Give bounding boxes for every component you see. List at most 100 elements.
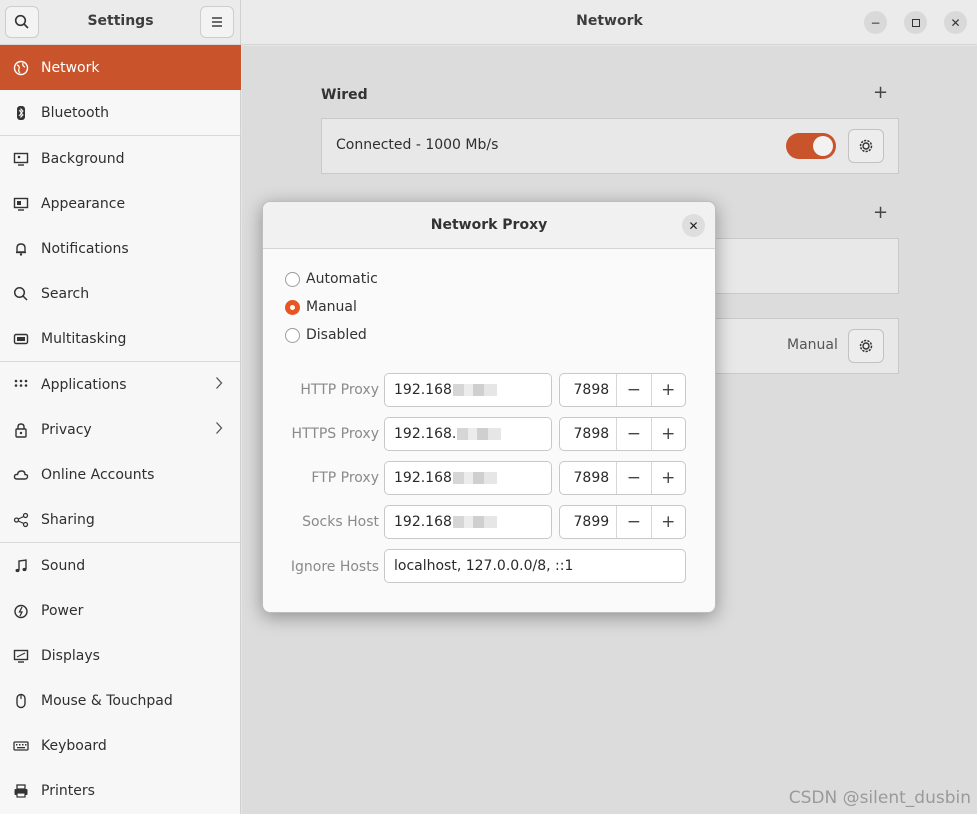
keyboard-icon — [12, 737, 30, 755]
http-proxy-port-spinner[interactable]: 7898− + — [559, 373, 686, 407]
port-value[interactable]: 7898 — [560, 374, 616, 406]
dialog-title: Network Proxy — [430, 217, 548, 233]
decrement-button[interactable]: − — [616, 418, 650, 450]
hamburger-menu-icon — [212, 17, 222, 27]
sidebar-item-label: Sound — [41, 557, 86, 574]
sidebar-separator — [0, 135, 241, 136]
minimize-icon: − — [870, 15, 881, 30]
radio-button[interactable] — [285, 327, 300, 343]
wired-toggle[interactable] — [786, 133, 836, 159]
https-proxy-host-input[interactable]: 192.168. — [384, 417, 552, 451]
sidebar-item-applications[interactable]: Applications — [0, 362, 241, 407]
decrement-button[interactable]: − — [616, 462, 650, 494]
sidebar-item-label: Network — [41, 59, 100, 76]
ignore-hosts-input[interactable]: localhost, 127.0.0.0/8, ::1 — [384, 549, 686, 583]
radio-automatic[interactable]: Automatic — [285, 269, 378, 289]
multitasking-icon — [12, 330, 30, 348]
sidebar-item-keyboard[interactable]: Keyboard — [0, 723, 241, 768]
sidebar-item-appearance[interactable]: Appearance — [0, 181, 241, 226]
add-wired-button[interactable]: + — [873, 82, 888, 103]
display-icon — [12, 647, 30, 665]
https-proxy-label: HTTPS Proxy — [291, 426, 379, 442]
sidebar-item-bluetooth[interactable]: Bluetooth — [0, 90, 241, 135]
search-icon — [12, 285, 30, 303]
port-value[interactable]: 7898 — [560, 418, 616, 450]
socks-host-port-spinner[interactable]: 7899− + — [559, 505, 686, 539]
chevron-right-icon — [215, 421, 223, 439]
http-proxy-host-input[interactable]: 192.168 — [384, 373, 552, 407]
radio-manual[interactable]: Manual — [285, 297, 357, 317]
redacted-text — [457, 428, 502, 440]
host-value: 192.168 — [394, 382, 452, 398]
decrement-button[interactable]: − — [616, 374, 650, 406]
monitor-icon — [12, 150, 30, 168]
redacted-text — [452, 472, 497, 484]
sidebar-item-multitasking[interactable]: Multitasking — [0, 316, 241, 361]
sidebar-item-power[interactable]: Power — [0, 588, 241, 633]
radio-button[interactable] — [285, 299, 300, 315]
sidebar-item-background[interactable]: Background — [0, 136, 241, 181]
sidebar-item-notifications[interactable]: Notifications — [0, 226, 241, 271]
mouse-icon — [12, 692, 30, 710]
host-value: 192.168 — [394, 470, 452, 486]
sidebar-item-search[interactable]: Search — [0, 271, 241, 316]
port-value[interactable]: 7899 — [560, 506, 616, 538]
ftp-proxy-port-spinner[interactable]: 7898− + — [559, 461, 686, 495]
sidebar-item-label: Printers — [41, 782, 95, 799]
sidebar-item-label: Appearance — [41, 195, 126, 212]
close-window-button[interactable]: ✕ — [944, 11, 967, 34]
sidebar-item-label: Search — [41, 285, 90, 302]
wired-settings-button[interactable] — [848, 129, 884, 163]
sidebar-item-label: Displays — [41, 647, 100, 664]
cloud-icon — [12, 466, 30, 484]
ftp-proxy-label: FTP Proxy — [311, 470, 379, 486]
network-proxy-dialog: Network Proxy ✕ Automatic Manual Disabled … — [262, 201, 716, 613]
sidebar-item-label: Applications — [41, 376, 127, 393]
sidebar-item-mouse-touchpad[interactable]: Mouse & Touchpad — [0, 678, 241, 723]
sidebar-item-printers[interactable]: Printers — [0, 768, 241, 813]
plus-icon: + — [873, 82, 889, 103]
increment-button[interactable]: + — [650, 462, 685, 494]
sidebar-item-displays[interactable]: Displays — [0, 633, 241, 678]
sidebar: Network Bluetooth Background Appearance Noti… — [0, 45, 241, 814]
increment-button[interactable]: + — [650, 506, 685, 538]
socks-host-label: Socks Host — [302, 514, 379, 530]
socks-host-host-input[interactable]: 192.168 — [384, 505, 552, 539]
redacted-text — [452, 384, 497, 396]
sidebar-item-label: Mouse & Touchpad — [41, 692, 173, 709]
proxy-settings-button[interactable] — [848, 329, 884, 363]
lock-icon — [12, 421, 30, 439]
increment-button[interactable]: + — [650, 374, 685, 406]
proxy-mode-value: Manual — [787, 337, 838, 353]
maximize-button[interactable] — [904, 11, 927, 34]
sidebar-item-network[interactable]: Network — [0, 45, 241, 90]
redacted-text — [452, 516, 497, 528]
sidebar-item-label: Notifications — [41, 240, 129, 257]
sidebar-item-sharing[interactable]: Sharing — [0, 497, 241, 542]
sidebar-item-label: Multitasking — [41, 330, 127, 347]
menu-button[interactable] — [200, 6, 234, 38]
radio-disabled[interactable]: Disabled — [285, 325, 367, 345]
sidebar-item-sound[interactable]: Sound — [0, 543, 241, 588]
ignore-hosts-label: Ignore Hosts — [290, 559, 379, 575]
radio-label: Manual — [306, 299, 357, 315]
radio-button[interactable] — [285, 271, 300, 287]
dialog-close-button[interactable]: ✕ — [682, 214, 705, 237]
host-value: 192.168 — [394, 514, 452, 530]
sidebar-item-privacy[interactable]: Privacy — [0, 407, 241, 452]
https-proxy-port-spinner[interactable]: 7898− + — [559, 417, 686, 451]
ftp-proxy-host-input[interactable]: 192.168 — [384, 461, 552, 495]
http-proxy-label: HTTP Proxy — [300, 382, 379, 398]
decrement-button[interactable]: − — [616, 506, 650, 538]
gear-icon — [859, 139, 873, 153]
port-value[interactable]: 7898 — [560, 462, 616, 494]
sidebar-item-label: Privacy — [41, 421, 92, 438]
add-vpn-button[interactable]: + — [873, 202, 888, 223]
sidebar-item-online-accounts[interactable]: Online Accounts — [0, 452, 241, 497]
increment-button[interactable]: + — [650, 418, 685, 450]
sidebar-item-label: Power — [41, 602, 84, 619]
minimize-button[interactable]: − — [864, 11, 887, 34]
bell-icon — [12, 240, 30, 258]
power-icon — [12, 602, 30, 620]
wired-connection-card: Connected - 1000 Mb/s — [321, 118, 899, 174]
